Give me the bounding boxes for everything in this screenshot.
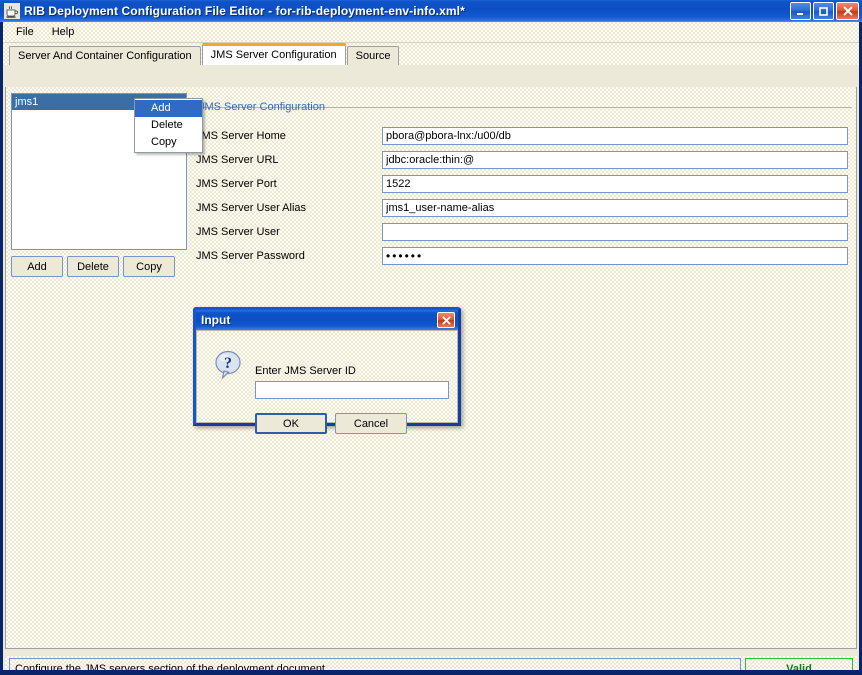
status-badge: Valid xyxy=(745,658,853,670)
jms-server-url-label: JMS Server URL xyxy=(196,154,279,166)
dialog-close-icon[interactable] xyxy=(437,312,455,328)
tab-jms-server-configuration[interactable]: JMS Server Configuration xyxy=(201,43,346,65)
question-bubble-icon: ? xyxy=(212,349,244,381)
jms-server-home-label: JMS Server Home xyxy=(196,130,286,142)
java-coffee-cup-icon xyxy=(4,3,20,19)
jms-server-port-label: JMS Server Port xyxy=(196,178,277,190)
jms-server-user-alias-input[interactable] xyxy=(382,199,848,217)
client-area: File Help Server And Container Configura… xyxy=(3,22,859,670)
tab-strip: Server And Container Configuration JMS S… xyxy=(3,43,859,65)
status-bar: Configure the JMS servers section of the… xyxy=(5,656,857,670)
window-titlebar: RIB Deployment Configuration File Editor… xyxy=(0,0,862,22)
jms-server-home-input[interactable] xyxy=(382,127,848,145)
form-row: JMS Server User xyxy=(196,223,848,241)
list-button-row: Add Delete Copy xyxy=(11,256,175,277)
context-menu-item-add[interactable]: Add xyxy=(135,100,202,117)
copy-button[interactable]: Copy xyxy=(123,256,175,277)
minimize-button[interactable] xyxy=(790,2,811,20)
jms-server-user-input[interactable] xyxy=(382,223,848,241)
context-menu-item-copy[interactable]: Copy xyxy=(135,134,202,151)
tab-server-and-container-configuration[interactable]: Server And Container Configuration xyxy=(9,46,201,65)
dialog-body: ? Enter JMS Server ID OK Cancel xyxy=(196,330,458,434)
close-button[interactable] xyxy=(836,2,859,20)
menu-help[interactable]: Help xyxy=(43,23,84,41)
jms-server-user-alias-label: JMS Server User Alias xyxy=(196,202,307,214)
tab-source[interactable]: Source xyxy=(346,46,400,65)
form-row: JMS Server Password •••••• xyxy=(196,247,848,265)
form-row: JMS Server User Alias xyxy=(196,199,848,217)
dialog-title: Input xyxy=(201,313,231,327)
jms-server-id-input[interactable] xyxy=(255,381,449,399)
jms-server-password-input[interactable]: •••••• xyxy=(382,247,848,265)
jms-server-form-group: JMS Server Configuration JMS Server Home… xyxy=(192,101,852,265)
menubar: File Help xyxy=(3,22,859,43)
context-menu-item-delete[interactable]: Delete xyxy=(135,117,202,134)
menu-file[interactable]: File xyxy=(7,23,43,41)
form-row: JMS Server URL xyxy=(196,151,848,169)
form-row: JMS Server Home xyxy=(196,127,848,145)
jms-server-port-input[interactable] xyxy=(382,175,848,193)
dialog-ok-button[interactable]: OK xyxy=(255,413,327,434)
group-title: JMS Server Configuration xyxy=(196,101,328,113)
svg-text:?: ? xyxy=(224,355,232,372)
window-controls xyxy=(790,2,859,20)
list-context-menu: Add Delete Copy xyxy=(134,98,203,153)
add-button[interactable]: Add xyxy=(11,256,63,277)
application-window: RIB Deployment Configuration File Editor… xyxy=(0,0,862,675)
jms-server-url-input[interactable] xyxy=(382,151,848,169)
jms-server-password-label: JMS Server Password xyxy=(196,250,305,262)
dialog-titlebar: Input xyxy=(196,310,458,330)
dialog-prompt: Enter JMS Server ID xyxy=(255,365,356,377)
window-title: RIB Deployment Configuration File Editor… xyxy=(24,4,465,18)
status-message: Configure the JMS servers section of the… xyxy=(9,658,741,670)
dialog-button-row: OK Cancel xyxy=(255,413,407,434)
input-dialog: Input ? Enter JMS Server ID OK Cancel xyxy=(193,307,461,434)
form-row: JMS Server Port xyxy=(196,175,848,193)
dialog-cancel-button[interactable]: Cancel xyxy=(335,413,407,434)
jms-server-user-label: JMS Server User xyxy=(196,226,280,238)
password-mask: •••••• xyxy=(386,249,424,263)
maximize-button[interactable] xyxy=(813,2,834,20)
delete-button[interactable]: Delete xyxy=(67,256,119,277)
